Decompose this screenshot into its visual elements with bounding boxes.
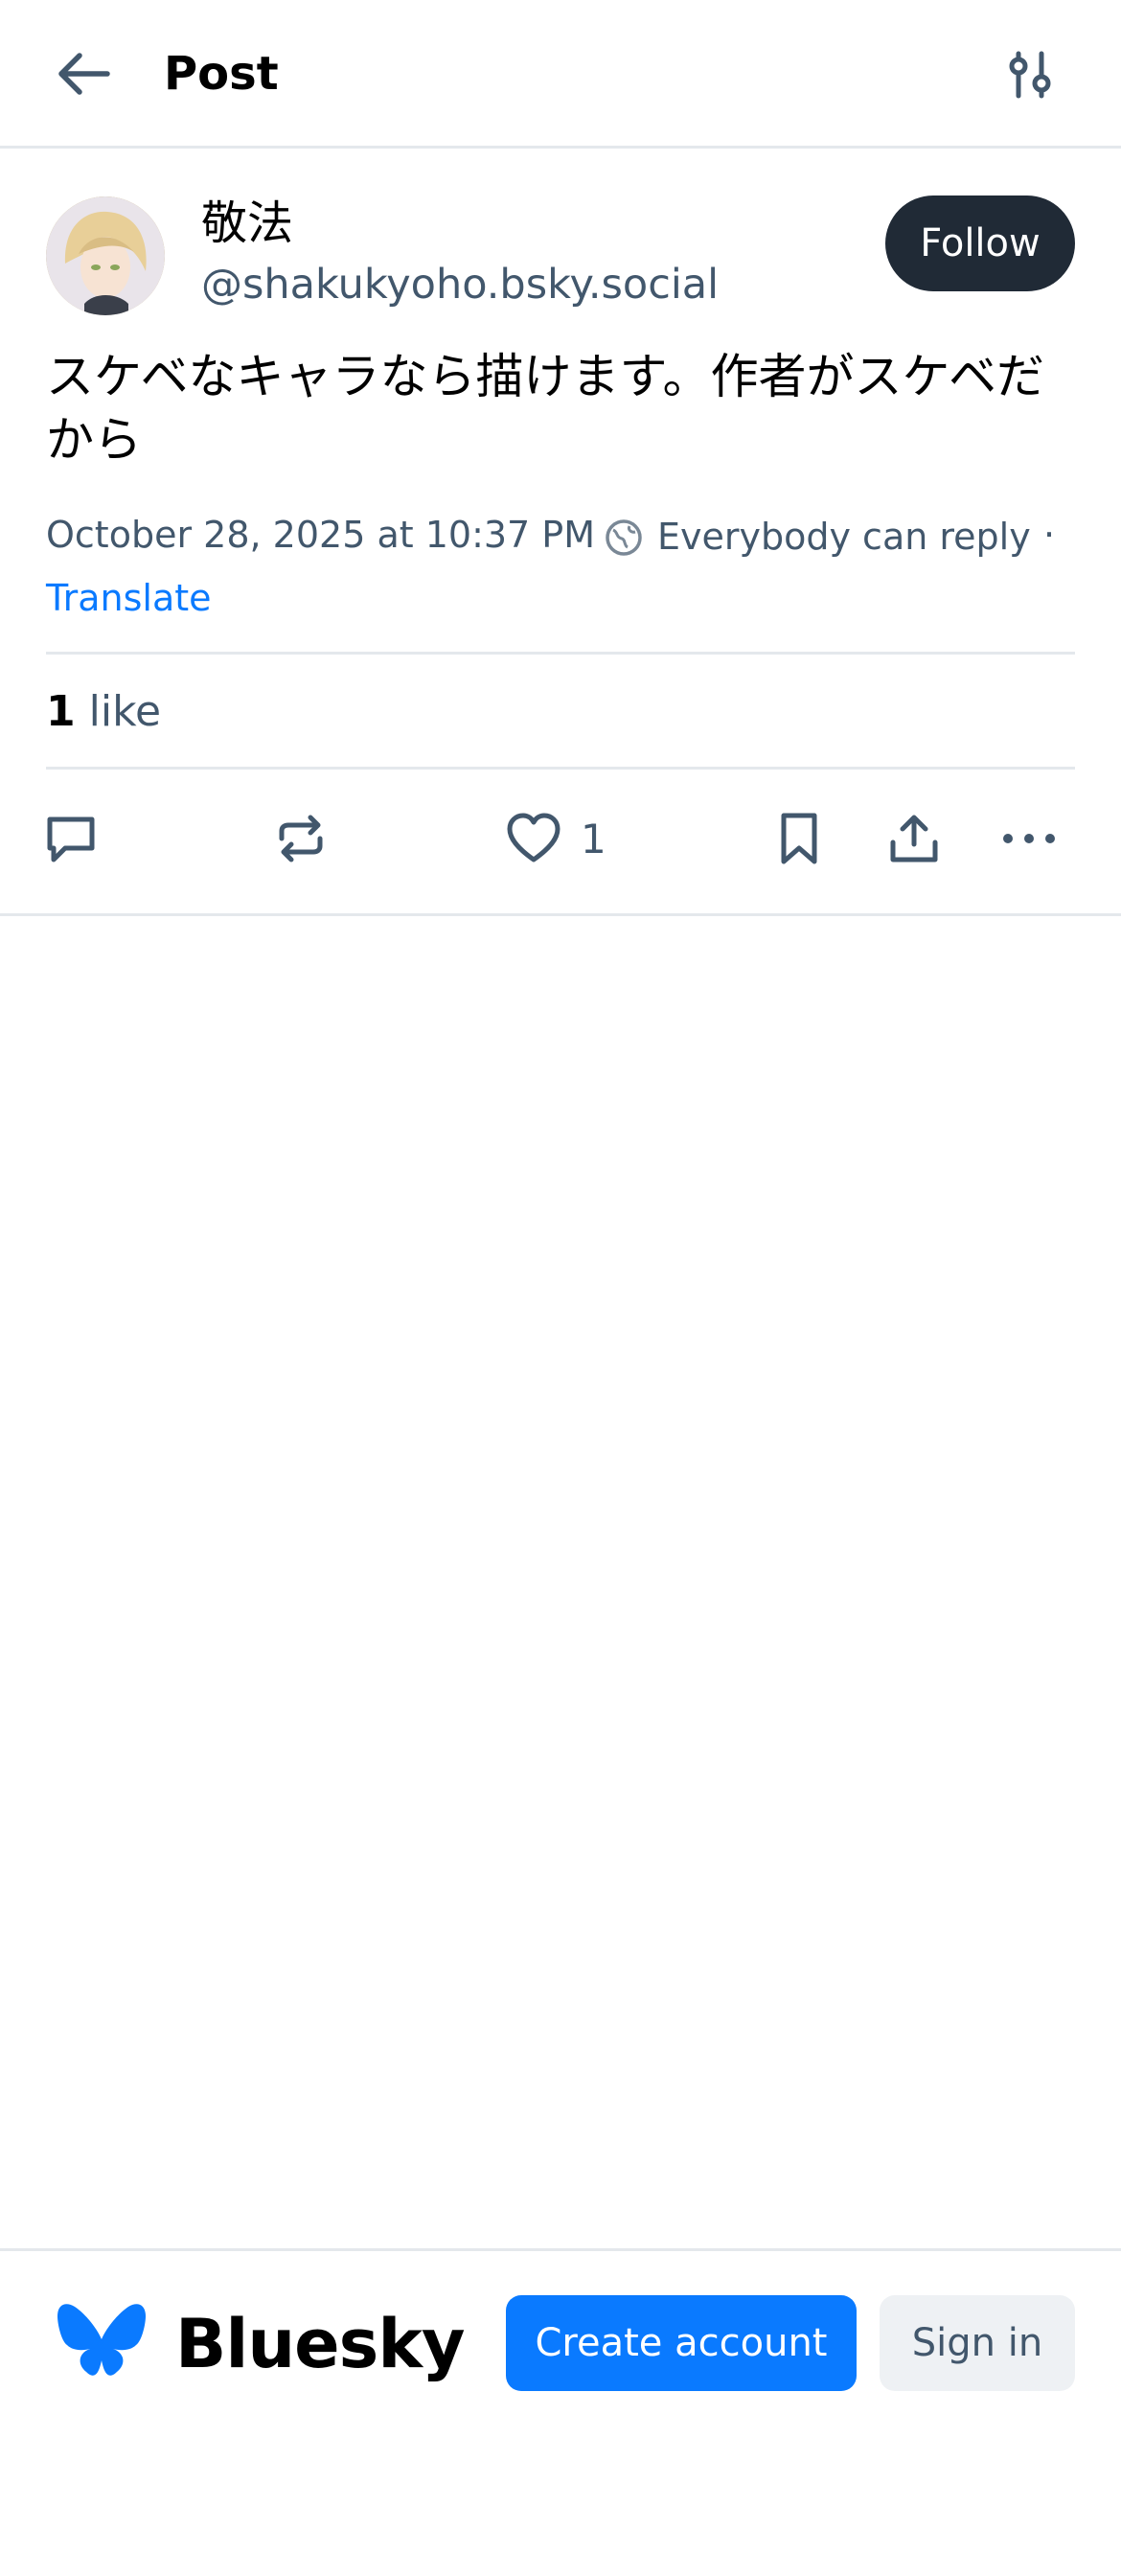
reply-button[interactable]: [42, 795, 100, 882]
butterfly-icon: [54, 2299, 149, 2383]
heart-icon: [507, 813, 560, 862]
avatar-image: [46, 196, 165, 315]
likes-summary[interactable]: 1 like: [46, 682, 161, 742]
repost-icon: [279, 815, 323, 862]
top-bar: Post: [0, 0, 1121, 149]
more-options-button[interactable]: [998, 795, 1060, 882]
repost-button[interactable]: [272, 795, 330, 882]
more-icon: [1003, 834, 1055, 843]
globe-icon: [605, 516, 643, 556]
like-button[interactable]: 1: [504, 795, 606, 882]
thread-settings-button[interactable]: [996, 42, 1064, 105]
sign-in-button[interactable]: Sign in: [880, 2295, 1075, 2391]
follow-button[interactable]: Follow: [885, 196, 1075, 291]
post-meta: October 28, 2025 at 10:37 PM Everybody c…: [46, 506, 1081, 564]
divider: [0, 913, 1121, 916]
bookmark-button[interactable]: [770, 795, 828, 882]
likes-count: 1: [46, 687, 76, 736]
bookmark-icon: [781, 813, 817, 864]
share-button[interactable]: [885, 795, 943, 882]
back-button[interactable]: [48, 42, 125, 105]
divider: [46, 767, 1075, 770]
divider: [46, 652, 1075, 655]
like-count: 1: [581, 815, 606, 862]
sliders-icon: [1009, 51, 1051, 99]
author-handle[interactable]: @shakukyoho.bsky.social: [201, 257, 719, 312]
post-timestamp[interactable]: October 28, 2025 at 10:37 PM: [46, 506, 595, 564]
signup-footer: Bluesky Create account Sign in: [0, 2248, 1121, 2576]
share-icon: [890, 815, 938, 862]
post-page: Post 敬法 @shakukyoho.bsky.social Follow ス…: [0, 0, 1121, 2576]
comment-icon: [47, 816, 95, 862]
arrow-left-icon: [58, 53, 110, 95]
author-display-name[interactable]: 敬法: [201, 192, 293, 255]
brand-name: Bluesky: [175, 2305, 466, 2383]
create-account-button[interactable]: Create account: [506, 2295, 857, 2391]
post-text: スケベなキャラなら描けます。作者がスケベだから: [46, 349, 1044, 468]
avatar[interactable]: [46, 196, 165, 315]
meta-separator: ·: [1043, 514, 1056, 556]
likes-label: like: [88, 687, 162, 736]
post-actions: 1: [0, 795, 1121, 882]
translate-link[interactable]: Translate: [46, 571, 212, 625]
page-title: Post: [164, 47, 279, 101]
reply-setting[interactable]: Everybody can reply: [657, 508, 1031, 565]
